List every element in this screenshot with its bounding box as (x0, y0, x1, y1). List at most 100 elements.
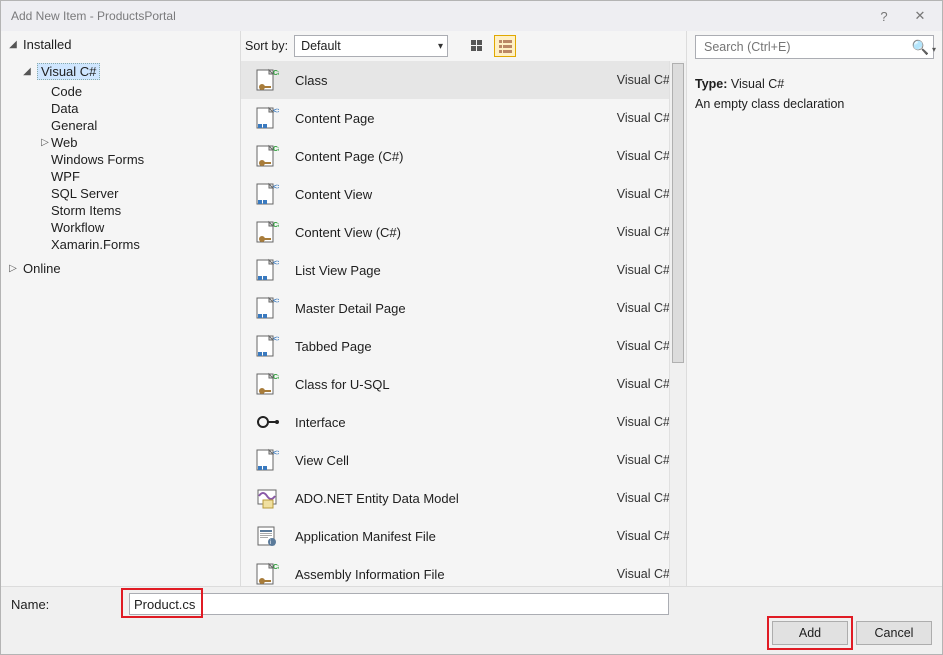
category-tree[interactable]: ◢ Installed ◢ Visual C# Code Data Genera… (1, 31, 241, 586)
collapse-icon: ◢ (21, 66, 33, 77)
template-name: Content Page (C#) (285, 149, 582, 164)
tree-online[interactable]: ▷ Online (1, 259, 240, 279)
template-language: Visual C# (582, 339, 670, 353)
template-row[interactable]: Application Manifest FileVisual C# (241, 517, 686, 555)
view-list-button[interactable] (494, 35, 516, 57)
template-row[interactable]: Content ViewVisual C# (241, 175, 686, 213)
template-name: ADO.NET Entity Data Model (285, 491, 582, 506)
template-language: Visual C# (582, 453, 670, 467)
template-icon (249, 144, 285, 168)
template-icon (249, 68, 285, 92)
tree-item-web[interactable]: ▷ Web (1, 134, 240, 151)
template-row[interactable]: Content PageVisual C# (241, 99, 686, 137)
search-input[interactable] (702, 39, 912, 55)
tree-item-sql-server[interactable]: SQL Server (1, 185, 240, 202)
template-language: Visual C# (582, 415, 670, 429)
scrollbar[interactable] (669, 61, 686, 586)
type-info: Type: Visual C# (695, 77, 934, 91)
search-box[interactable]: 🔍▾ (695, 35, 934, 59)
template-icon (249, 334, 285, 358)
template-language: Visual C# (582, 111, 670, 125)
template-row[interactable]: Content View (C#)Visual C# (241, 213, 686, 251)
template-language: Visual C# (582, 187, 670, 201)
template-icon (249, 562, 285, 586)
template-icon (249, 410, 285, 434)
button-row: Add Cancel (1, 621, 942, 651)
template-row[interactable]: ADO.NET Entity Data ModelVisual C# (241, 479, 686, 517)
cancel-button[interactable]: Cancel (856, 621, 932, 645)
template-language: Visual C# (582, 529, 670, 543)
template-name: Content View (C#) (285, 225, 582, 240)
sort-label: Sort by: (245, 39, 288, 53)
template-name: Master Detail Page (285, 301, 582, 316)
scroll-thumb[interactable] (672, 63, 684, 363)
template-language: Visual C# (582, 263, 670, 277)
view-grid-button[interactable] (466, 35, 488, 57)
tree-item-code[interactable]: Code (1, 83, 240, 100)
tree-item-windows-forms[interactable]: Windows Forms (1, 151, 240, 168)
template-icon (249, 106, 285, 130)
template-name: Interface (285, 415, 582, 430)
template-row[interactable]: Master Detail PageVisual C# (241, 289, 686, 327)
template-name: Tabbed Page (285, 339, 582, 354)
template-language: Visual C# (582, 301, 670, 315)
template-icon (249, 486, 285, 510)
template-language: Visual C# (582, 377, 670, 391)
template-row[interactable]: Tabbed PageVisual C# (241, 327, 686, 365)
bottom-panel: Name: Add Cancel (1, 586, 942, 654)
template-row[interactable]: ClassVisual C# (241, 61, 686, 99)
tree-item-xamarin-forms[interactable]: Xamarin.Forms (1, 236, 240, 253)
search-icon[interactable]: 🔍▾ (912, 39, 929, 56)
sort-value: Default (301, 39, 341, 53)
expand-icon: ▷ (39, 137, 51, 148)
type-value: Visual C# (731, 77, 784, 91)
template-row[interactable]: Assembly Information FileVisual C# (241, 555, 686, 586)
template-row[interactable]: InterfaceVisual C# (241, 403, 686, 441)
sort-by-combobox[interactable]: Default ▾ (294, 35, 448, 57)
template-name: Assembly Information File (285, 567, 582, 582)
type-label: Type: (695, 77, 727, 91)
main-area: ◢ Installed ◢ Visual C# Code Data Genera… (1, 31, 942, 586)
name-input[interactable] (129, 593, 669, 615)
tree-item-web-label: Web (51, 135, 78, 150)
expand-icon: ▷ (7, 263, 19, 274)
template-icon (249, 372, 285, 396)
dialog-window: Add New Item - ProductsPortal ? ✕ ◢ Inst… (0, 0, 943, 655)
template-language: Visual C# (582, 567, 670, 581)
template-language: Visual C# (582, 491, 670, 505)
tree-installed[interactable]: ◢ Installed (1, 35, 240, 55)
template-icon (249, 182, 285, 206)
template-name: Content View (285, 187, 582, 202)
tree-visual-csharp[interactable]: ◢ Visual C# (1, 61, 240, 83)
template-name: Class for U-SQL (285, 377, 582, 392)
grid-icon (471, 40, 484, 53)
template-language: Visual C# (582, 149, 670, 163)
template-row[interactable]: Class for U-SQLVisual C# (241, 365, 686, 403)
template-row[interactable]: Content Page (C#)Visual C# (241, 137, 686, 175)
tree-item-general[interactable]: General (1, 117, 240, 134)
add-button[interactable]: Add (772, 621, 848, 645)
template-name: Application Manifest File (285, 529, 582, 544)
close-button[interactable]: ✕ (902, 2, 938, 30)
titlebar: Add New Item - ProductsPortal ? ✕ (1, 1, 942, 31)
template-icon (249, 296, 285, 320)
template-icon (249, 524, 285, 548)
template-language: Visual C# (582, 73, 670, 87)
template-row[interactable]: View CellVisual C# (241, 441, 686, 479)
template-icon (249, 258, 285, 282)
help-button[interactable]: ? (866, 2, 902, 30)
tree-visual-csharp-label: Visual C# (37, 63, 100, 80)
topbar: Sort by: Default ▾ (241, 31, 686, 61)
template-row[interactable]: List View PageVisual C# (241, 251, 686, 289)
template-icon (249, 448, 285, 472)
tree-online-label: Online (23, 261, 61, 276)
tree-item-workflow[interactable]: Workflow (1, 219, 240, 236)
type-description: An empty class declaration (695, 97, 934, 111)
template-language: Visual C# (582, 225, 670, 239)
template-list[interactable]: ClassVisual C#Content PageVisual C#Conte… (241, 61, 686, 586)
tree-item-wpf[interactable]: WPF (1, 168, 240, 185)
tree-item-data[interactable]: Data (1, 100, 240, 117)
details-panel: 🔍▾ Type: Visual C# An empty class declar… (686, 31, 942, 586)
center-content: Sort by: Default ▾ ClassVisual C#Content… (241, 31, 686, 586)
tree-item-storm-items[interactable]: Storm Items (1, 202, 240, 219)
